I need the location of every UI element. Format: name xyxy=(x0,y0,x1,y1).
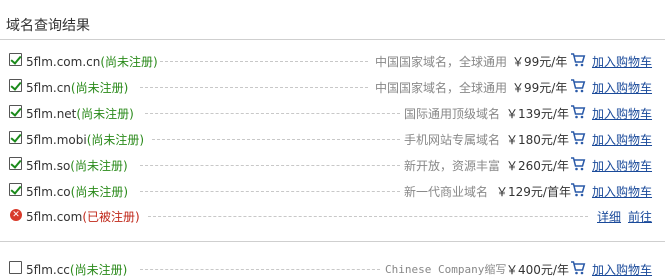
cart-icon xyxy=(571,261,586,275)
add-to-cart-link[interactable]: 加入购物车 xyxy=(592,183,652,200)
domain-price: ￥260元/年 xyxy=(506,159,569,173)
dotted-leader xyxy=(145,113,400,114)
cart-icon xyxy=(571,79,586,93)
domain-description: Chinese Company缩写 xyxy=(385,263,507,276)
result-row-net: 5flm.net(尚未注册) 国际通用顶级域名 ￥139元/年 加入购物车 xyxy=(0,102,665,122)
status-available: (尚未注册) xyxy=(100,55,158,69)
dotted-leader xyxy=(140,269,380,270)
cart-icon xyxy=(571,105,586,119)
domain-description: 中国国家域名，全球通用 xyxy=(375,81,508,95)
domain-price: ￥129元/首年 xyxy=(496,185,571,199)
results-header: 域名查询结果 xyxy=(0,0,665,40)
cart-icon xyxy=(571,131,586,145)
domain-description: 新一代商业域名 xyxy=(404,185,489,199)
dotted-leader xyxy=(148,216,588,217)
result-row-cc: 5flm.cc(尚未注册) Chinese Company缩写 ￥400元/年 … xyxy=(0,258,665,278)
result-row-so: 5flm.so(尚未注册) 新开放，资源丰富 ￥260元/年 加入购物车 xyxy=(0,154,665,174)
dotted-leader xyxy=(140,87,368,88)
status-registered: (已被注册) xyxy=(82,210,140,224)
domain-name: 5flm.cc(尚未注册) xyxy=(26,263,128,277)
cart-icon xyxy=(571,53,586,67)
dotted-leader xyxy=(152,139,400,140)
domain-description: 中国国家域名，全球通用 xyxy=(375,55,508,69)
status-available: (尚未注册) xyxy=(70,81,129,95)
select-checkbox[interactable] xyxy=(9,53,22,66)
page-title: 域名查询结果 xyxy=(6,18,90,34)
select-checkbox[interactable] xyxy=(9,261,22,274)
select-checkbox[interactable] xyxy=(9,183,22,196)
goto-link[interactable]: 前往 xyxy=(628,208,652,225)
details-link[interactable]: 详细 xyxy=(597,208,621,225)
add-to-cart-link[interactable]: 加入购物车 xyxy=(592,79,652,96)
dotted-leader xyxy=(160,61,368,62)
domain-price: ￥99元/年 xyxy=(512,55,568,69)
select-checkbox[interactable] xyxy=(9,105,22,118)
domain-price: ￥139元/年 xyxy=(506,107,569,121)
registered-error-icon: ✕ xyxy=(10,209,22,221)
add-to-cart-link[interactable]: 加入购物车 xyxy=(592,105,652,122)
domain-name: 5flm.net(尚未注册) xyxy=(26,107,134,121)
status-available: (尚未注册) xyxy=(76,107,134,121)
domain-name: 5flm.so(尚未注册) xyxy=(26,159,128,173)
domain-name: 5flm.mobi(尚未注册) xyxy=(26,133,145,147)
add-to-cart-link[interactable]: 加入购物车 xyxy=(592,261,652,278)
domain-price: ￥180元/年 xyxy=(506,133,569,147)
domain-name: 5flm.com(已被注册) xyxy=(26,210,140,224)
section-divider xyxy=(0,241,665,242)
dotted-leader xyxy=(140,191,400,192)
dotted-leader xyxy=(140,165,400,166)
select-checkbox[interactable] xyxy=(9,131,22,144)
add-to-cart-link[interactable]: 加入购物车 xyxy=(592,131,652,148)
status-available: (尚未注册) xyxy=(86,133,145,147)
result-row-com-registered: ✕ 5flm.com(已被注册) 详细 前往 xyxy=(0,205,665,225)
result-row-com-cn: 5flm.com.cn(尚未注册) 中国国家域名，全球通用 ￥99元/年 加入购… xyxy=(0,50,665,70)
add-to-cart-link[interactable]: 加入购物车 xyxy=(592,53,652,70)
status-available: (尚未注册) xyxy=(69,263,128,277)
add-to-cart-link[interactable]: 加入购物车 xyxy=(592,157,652,174)
domain-name: 5flm.cn(尚未注册) xyxy=(26,81,129,95)
select-checkbox[interactable] xyxy=(9,79,22,92)
domain-price: ￥400元/年 xyxy=(506,263,569,277)
select-checkbox[interactable] xyxy=(9,157,22,170)
domain-name: 5flm.com.cn(尚未注册) xyxy=(26,55,158,69)
status-available: (尚未注册) xyxy=(70,185,129,199)
result-row-cn: 5flm.cn(尚未注册) 中国国家域名，全球通用 ￥99元/年 加入购物车 xyxy=(0,76,665,96)
result-row-co: 5flm.co(尚未注册) 新一代商业域名 ￥129元/首年 加入购物车 xyxy=(0,180,665,200)
cart-icon xyxy=(571,157,586,171)
domain-price: ￥99元/年 xyxy=(512,81,568,95)
result-row-mobi: 5flm.mobi(尚未注册) 手机网站专属域名 ￥180元/年 加入购物车 xyxy=(0,128,665,148)
domain-description: 手机网站专属域名 xyxy=(404,133,501,147)
status-available: (尚未注册) xyxy=(70,159,128,173)
domain-description: 新开放，资源丰富 xyxy=(404,159,501,173)
domain-name: 5flm.co(尚未注册) xyxy=(26,185,129,199)
cart-icon xyxy=(571,183,586,197)
domain-description: 国际通用顶级域名 xyxy=(404,107,501,121)
